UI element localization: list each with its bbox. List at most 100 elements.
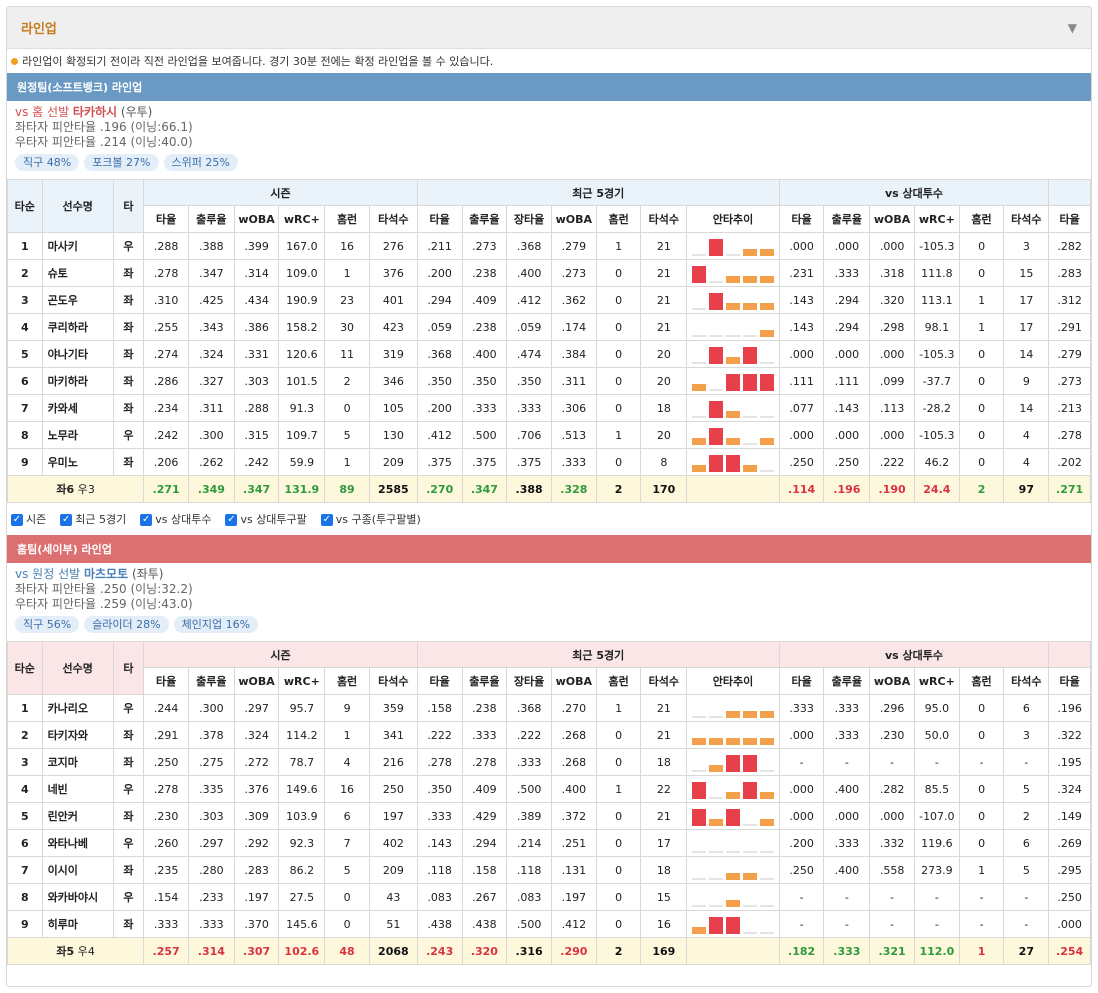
stat-cell: 14 [1003, 394, 1050, 422]
vs-col-header[interactable]: 홈런 [958, 205, 1005, 233]
vs-col-header[interactable]: 타율 [778, 205, 825, 233]
season-col-header[interactable]: wRC+ [278, 205, 326, 233]
stat-cell: .333 [461, 721, 508, 749]
player-name[interactable]: 우미노 [41, 448, 114, 476]
player-name[interactable]: 곤도우 [41, 286, 114, 314]
stat-cell: .230 [869, 721, 915, 749]
stat-cell: 91.3 [278, 394, 326, 422]
recent-col-header[interactable]: 타석수 [640, 667, 688, 695]
player-name[interactable]: 와타나베 [41, 829, 114, 857]
extra-col-header[interactable]: 타율 [1048, 205, 1091, 233]
season-col-header[interactable]: 출루율 [187, 667, 235, 695]
column-toggle-checkbox[interactable]: ✓ 시즌 [11, 511, 46, 527]
bat-side: 좌 [112, 340, 145, 368]
home-opposing-pitcher[interactable]: 마츠모토 [84, 567, 128, 581]
recent-col-header[interactable]: 장타율 [506, 205, 552, 233]
column-toggle-checkbox[interactable]: ✓ vs 상대투구팔 [225, 511, 307, 527]
checkbox-checked-icon[interactable]: ✓ [320, 514, 333, 526]
collapse-caret-icon[interactable]: ▼ [1068, 21, 1077, 35]
recent-col-header[interactable]: 장타율 [506, 667, 552, 695]
season-col-header[interactable]: wOBA [233, 667, 280, 695]
player-name[interactable]: 카나리오 [41, 694, 114, 722]
stat-cell: 21 [640, 802, 688, 830]
vs-col-header[interactable]: 타율 [778, 667, 825, 695]
vs-col-header[interactable]: wOBA [869, 205, 915, 233]
hit-trend-cell [686, 313, 780, 341]
stat-cell: .250 [823, 448, 871, 476]
player-name[interactable]: 슈토 [41, 259, 114, 287]
player-name[interactable]: 린안커 [41, 802, 114, 830]
season-col-header[interactable]: wOBA [233, 205, 280, 233]
recent-col-header[interactable]: 출루율 [461, 667, 508, 695]
hit-trend-bar [725, 900, 740, 907]
vs-col-header[interactable]: 출루율 [823, 667, 871, 695]
season-col-header[interactable]: 출루율 [187, 205, 235, 233]
extra-col-header[interactable]: 타율 [1048, 667, 1091, 695]
panel-header[interactable]: 라인업 ▼ [7, 7, 1091, 49]
stat-cell: .288 [143, 232, 189, 260]
hit-trend-bar [725, 357, 740, 364]
hit-trend-bar [725, 792, 740, 799]
vs-col-header[interactable]: wRC+ [913, 667, 960, 695]
column-toggle-checkbox[interactable]: ✓ 최근 5경기 [60, 511, 126, 527]
vs-col-header[interactable]: 홈런 [958, 667, 1005, 695]
bat-header: 타 [112, 179, 145, 233]
recent-col-header[interactable]: 홈런 [595, 205, 642, 233]
season-col-header[interactable]: 홈런 [324, 205, 370, 233]
season-col-header[interactable]: 홈런 [324, 667, 370, 695]
season-col-header[interactable]: 타율 [143, 205, 189, 233]
stat-cell: 14 [1003, 340, 1050, 368]
stat-cell: .350 [461, 367, 508, 395]
stat-cell: .368 [506, 694, 552, 722]
recent-col-header[interactable]: 안타추이 [686, 667, 780, 695]
player-name[interactable]: 마사키 [41, 232, 114, 260]
recent-col-header[interactable]: 타율 [416, 205, 463, 233]
stat-cell: .309 [233, 802, 280, 830]
vs-col-header[interactable]: wOBA [869, 667, 915, 695]
recent-col-header[interactable]: 타율 [416, 667, 463, 695]
season-col-header[interactable]: 타석수 [368, 667, 418, 695]
player-name[interactable]: 코지마 [41, 748, 114, 776]
player-name[interactable]: 노무라 [41, 421, 114, 449]
column-toggle-checkbox[interactable]: ✓ vs 구종(투구팔별) [320, 511, 421, 527]
vs-col-header[interactable]: 타석수 [1003, 667, 1050, 695]
recent-col-header[interactable]: 출루율 [461, 205, 508, 233]
player-name[interactable]: 히루마 [41, 910, 114, 938]
stat-cell: .400 [550, 775, 597, 803]
recent-col-header[interactable]: 타석수 [640, 205, 688, 233]
recent-col-header[interactable]: wOBA [550, 667, 597, 695]
vs-col-header[interactable]: wRC+ [913, 205, 960, 233]
player-name[interactable]: 쿠리하라 [41, 313, 114, 341]
checkbox-checked-icon[interactable]: ✓ [225, 514, 238, 526]
hit-trend-bar [691, 809, 706, 826]
recent-col-header[interactable]: wOBA [550, 205, 597, 233]
player-name[interactable]: 타키자와 [41, 721, 114, 749]
player-name[interactable]: 이시이 [41, 856, 114, 884]
season-col-header[interactable]: 타율 [143, 667, 189, 695]
checkbox-checked-icon[interactable]: ✓ [11, 514, 23, 526]
stat-cell: .389 [506, 802, 552, 830]
stat-cell: .335 [187, 775, 235, 803]
recent-col-header[interactable]: 홈런 [595, 667, 642, 695]
checkbox-checked-icon[interactable]: ✓ [60, 514, 73, 526]
column-toggle-label: 시즌 [26, 513, 47, 526]
player-name[interactable]: 마키하라 [41, 367, 114, 395]
column-toggle-checkbox[interactable]: ✓ vs 상대투수 [140, 511, 211, 527]
stat-cell: .294 [461, 829, 508, 857]
total-stat-cell: .257 [143, 937, 189, 965]
player-name[interactable]: 네빈 [41, 775, 114, 803]
checkbox-checked-icon[interactable]: ✓ [140, 514, 153, 526]
season-col-header[interactable]: wRC+ [278, 667, 326, 695]
stat-cell: 1 [595, 232, 642, 260]
total-stat-cell: .114 [778, 475, 825, 503]
season-col-header[interactable]: 타석수 [368, 205, 418, 233]
recent-col-header[interactable]: 안타추이 [686, 205, 780, 233]
away-opposing-pitcher[interactable]: 타카하시 [73, 105, 117, 119]
vs-col-header[interactable]: 타석수 [1003, 205, 1050, 233]
player-name[interactable]: 카와세 [41, 394, 114, 422]
stat-cell: 20 [640, 340, 688, 368]
player-name[interactable]: 와카바야시 [41, 883, 114, 911]
home-pitch-mix: 직구 56% 슬라이더 28% 체인지업 16% [15, 616, 1083, 633]
player-name[interactable]: 야나기타 [41, 340, 114, 368]
vs-col-header[interactable]: 출루율 [823, 205, 871, 233]
